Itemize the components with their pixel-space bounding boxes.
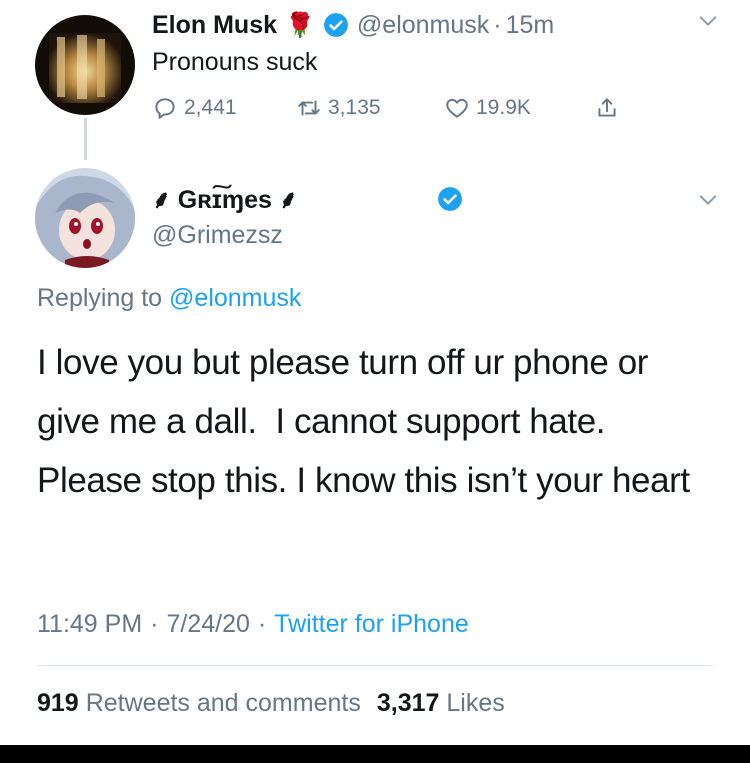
parent-tweet-header: Elon Musk 🌹 @elonmusk · 15m xyxy=(152,8,554,42)
like-icon xyxy=(446,98,468,118)
separator: · xyxy=(150,610,159,638)
retweet-button[interactable]: 3,135 xyxy=(296,95,381,121)
rose-emoji: 🌹 xyxy=(285,11,315,39)
reply-count: 2,441 xyxy=(184,96,237,119)
author-handle[interactable]: @elonmusk xyxy=(357,11,489,40)
chevron-down-icon[interactable] xyxy=(697,189,719,211)
like-count: 19.9K xyxy=(476,96,531,119)
reply-author-handle[interactable]: @Grimezsz xyxy=(152,221,283,250)
tweet-time[interactable]: 11:49 PM xyxy=(37,610,142,639)
likes-stat[interactable]: 3,317 Likes xyxy=(377,689,505,718)
tweet-stats: 919 Retweets and comments 3,317 Likes xyxy=(37,689,505,718)
replying-to-handle[interactable]: @elonmusk xyxy=(169,284,301,312)
separator: · xyxy=(257,610,267,638)
tweet-date[interactable]: 7/24/20 xyxy=(166,610,249,639)
author-name[interactable]: Elon Musk xyxy=(152,11,277,40)
bottom-edge xyxy=(0,745,750,763)
replying-to-line: Replying to @elonmusk xyxy=(37,284,301,313)
reply-icon xyxy=(155,98,175,119)
share-icon xyxy=(598,98,616,117)
tweet-meta: 11:49 PM · 7/24/20 · Twitter for iPhone xyxy=(37,610,469,639)
chevron-down-icon[interactable] xyxy=(697,10,719,32)
like-button[interactable]: 19.9K xyxy=(444,95,531,121)
retweets-label: Retweets and comments xyxy=(85,689,361,717)
elon-avatar[interactable] xyxy=(35,15,135,115)
retweet-count: 3,135 xyxy=(328,96,381,119)
tweet-time[interactable]: 15m xyxy=(506,11,555,40)
separator: · xyxy=(493,10,502,39)
verified-badge-icon xyxy=(323,13,348,37)
parent-tweet-text: Pronouns suck xyxy=(152,48,318,76)
reply-tweet-text: I love you but please turn off ur phone … xyxy=(37,343,690,500)
retweets-count: 919 xyxy=(37,689,79,717)
retweet-icon xyxy=(298,100,320,116)
likes-count: 3,317 xyxy=(376,689,440,717)
tweet-source[interactable]: Twitter for iPhone xyxy=(274,610,469,639)
likes-label: Likes xyxy=(446,689,505,717)
verified-badge-icon xyxy=(438,187,462,211)
replying-to-prefix: Replying to xyxy=(37,284,163,312)
reply-button[interactable]: 2,441 xyxy=(152,95,237,121)
retweets-stat[interactable]: 919 Retweets and comments xyxy=(37,689,361,718)
share-button[interactable] xyxy=(594,95,620,121)
reply-author-name[interactable]: ⸙ Gʀɪ͠ɱes ⸙ xyxy=(152,182,298,216)
thread-line xyxy=(84,118,87,160)
divider xyxy=(37,665,713,666)
grimes-avatar[interactable] xyxy=(35,168,135,268)
